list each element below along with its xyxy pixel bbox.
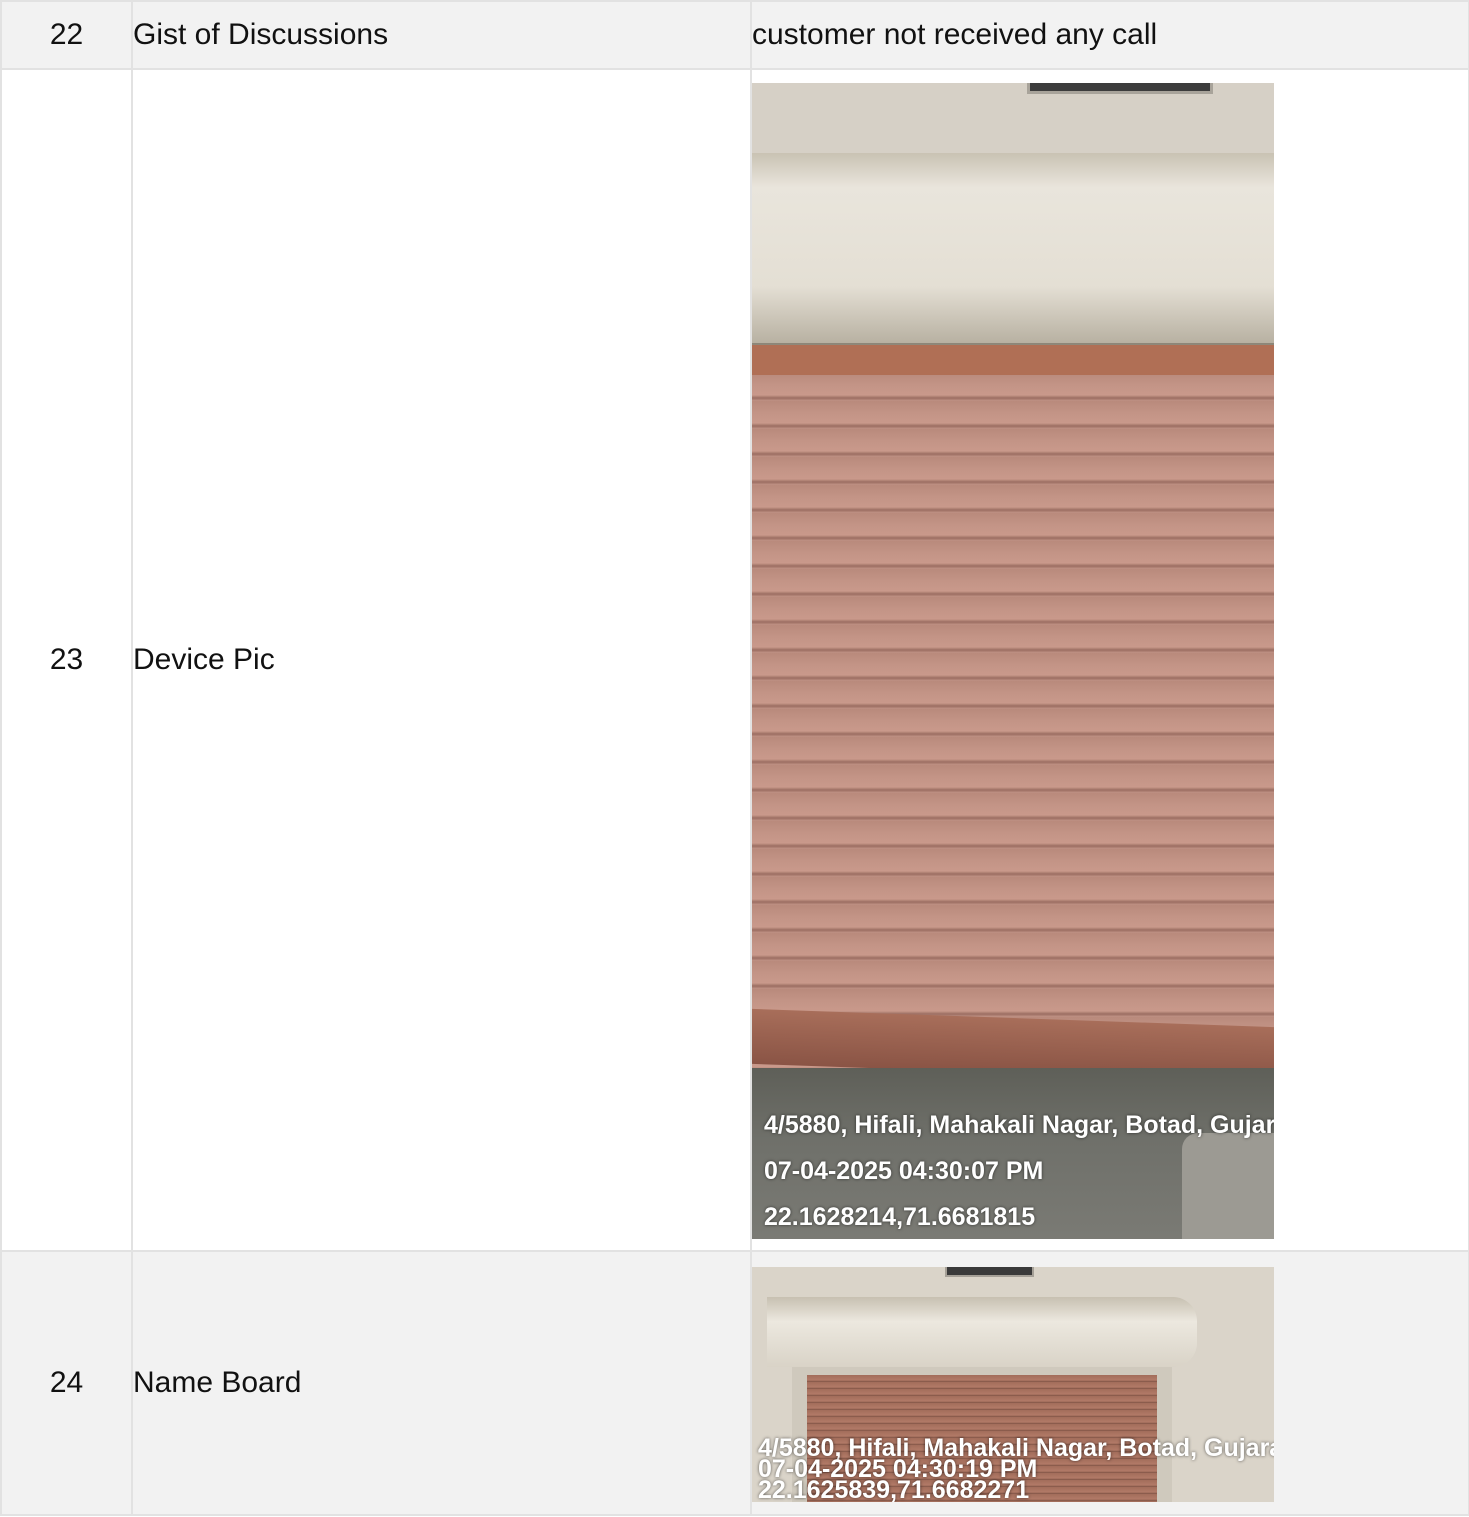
photo-step (1182, 1133, 1274, 1239)
details-table: 22 Gist of Discussions customer not rece… (0, 0, 1469, 1516)
photo-shutter-top (752, 345, 1274, 375)
name-board-photo[interactable]: 4/5880, Hifali, Mahakali Nagar, Botad, G… (752, 1266, 1274, 1502)
photo-ledge (752, 153, 1274, 343)
row-value-name-board: 4/5880, Hifali, Mahakali Nagar, Botad, G… (750, 1250, 1469, 1516)
row-label: Gist of Discussions (131, 0, 752, 70)
photo-stamp-coords: 22.1628214,71.6681815 (764, 1203, 1036, 1231)
device-photo[interactable]: 4/5880, Hifali, Mahakali Nagar, Botad, G… (752, 83, 1274, 1239)
table-row-gist: 22 Gist of Discussions customer not rece… (0, 0, 1469, 70)
row-value-gist: customer not received any call (750, 0, 1469, 70)
photo-ledge (767, 1296, 1197, 1367)
photo-stamp-address: 4/5880, Hifali, Mahakali Nagar, Botad, G… (764, 1111, 1274, 1139)
photo-stamp-coords: 22.1625839,71.6682271 (758, 1475, 1030, 1502)
row-label: Device Pic (131, 68, 752, 1252)
table-row-name-board: 24 Name Board 4/5880, Hifali, Mahakali N… (0, 1250, 1469, 1516)
table-row-device-pic: 23 Device Pic 4/5880, Hifali, Mahakali N… (0, 68, 1469, 1252)
row-number: 22 (0, 0, 133, 70)
row-number: 24 (0, 1250, 133, 1516)
photo-stamp-datetime: 07-04-2025 04:30:07 PM (764, 1157, 1044, 1185)
row-label: Name Board (131, 1250, 752, 1516)
photo-vent (945, 1266, 1034, 1277)
row-number: 23 (0, 68, 133, 1252)
photo-vent (1027, 83, 1213, 94)
row-value-device-pic: 4/5880, Hifali, Mahakali Nagar, Botad, G… (750, 68, 1469, 1252)
photo-rolling-shutter (752, 345, 1274, 1075)
